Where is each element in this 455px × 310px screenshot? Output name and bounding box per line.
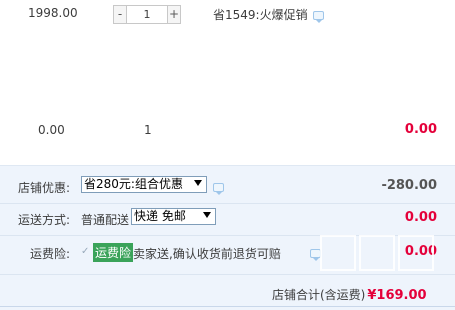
gift-item-price: 0.00: [38, 123, 65, 137]
insurance-row: 运费险: ✓ 运费险 卖家送,确认收货前退货可赔 0.00: [0, 238, 455, 268]
shipping-row: 运送方式: 普通配送 快递 免邮 0.00: [0, 204, 455, 234]
divider: [0, 306, 455, 307]
gift-item-total: 0.00: [404, 122, 437, 137]
chat-bubble-icon[interactable]: [310, 249, 321, 261]
shipping-value: 0.00: [404, 210, 437, 225]
shipping-label: 运送方式:: [17, 213, 70, 227]
insurance-description: 卖家送,确认收货前退货可赔: [133, 247, 281, 261]
insurance-value: 0.00: [404, 244, 437, 259]
insurance-checkbox[interactable]: ✓: [81, 247, 91, 257]
chat-bubble-icon[interactable]: [213, 183, 224, 195]
insurance-label: 运费险:: [29, 247, 70, 261]
divider: [0, 274, 455, 275]
quantity-input[interactable]: 1: [127, 5, 167, 24]
order-item-area: 1998.00 - 1 + 省1549:火爆促销 0.00 1 0.00: [0, 0, 455, 160]
promo-text: 省1549:火爆促销: [213, 8, 308, 22]
store-discount-row: 店铺优惠: 省280元:组合优惠 -280.00: [0, 172, 455, 202]
shipping-select[interactable]: 快递 免邮: [131, 208, 216, 225]
store-discount-label: 店铺优惠:: [17, 181, 70, 195]
dropdown-arrow-icon: [203, 212, 211, 218]
store-total: 店铺合计(含运费) ¥169.00: [272, 286, 427, 303]
quantity-stepper[interactable]: - 1 +: [113, 5, 181, 24]
gift-item-qty: 1: [144, 123, 152, 137]
store-total-amount: ¥169.00: [367, 288, 427, 303]
insurance-tag: 运费险: [93, 243, 134, 262]
item-promo: 省1549:火爆促销: [213, 6, 324, 23]
store-discount-selected: 省280元:组合优惠: [84, 177, 183, 191]
chat-bubble-icon[interactable]: [312, 11, 324, 23]
store-discount-select[interactable]: 省280元:组合优惠: [81, 176, 207, 193]
divider: [0, 235, 455, 236]
shipping-selected: 快递 免邮: [134, 209, 186, 223]
dropdown-arrow-icon: [194, 180, 202, 186]
store-discount-value: -280.00: [381, 178, 437, 193]
quantity-increase-button[interactable]: +: [167, 5, 181, 24]
item-unit-price: 1998.00: [28, 6, 78, 20]
store-total-label: 店铺合计(含运费): [272, 288, 366, 302]
shipping-method: 普通配送: [81, 213, 130, 227]
quantity-decrease-button[interactable]: -: [113, 5, 127, 24]
